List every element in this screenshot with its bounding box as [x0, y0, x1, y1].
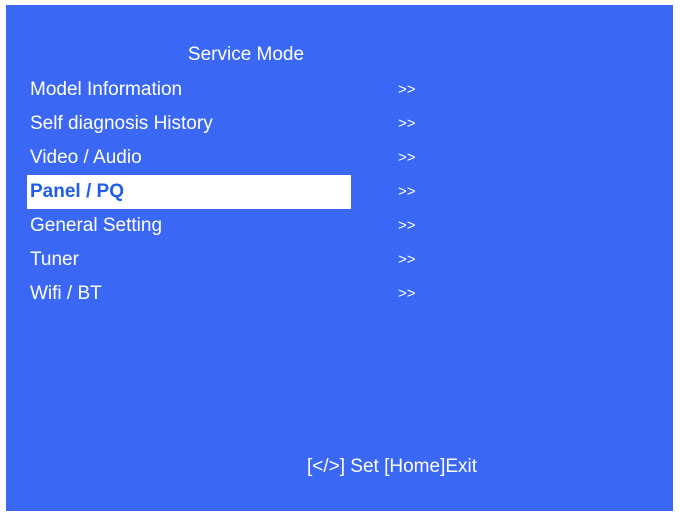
submenu-arrow-icon: >>: [398, 183, 416, 200]
submenu-arrow-icon: >>: [398, 285, 416, 302]
menu-item-label: Self diagnosis History: [30, 113, 213, 134]
menu-item-label: Model Information: [30, 79, 183, 100]
submenu-arrow-icon: >>: [398, 115, 416, 132]
key-hint-footer: [</>] Set [Home]Exit: [307, 456, 478, 477]
menu-item-model-information[interactable]: Model Information >>: [27, 73, 547, 107]
menu-item-label: Video / Audio: [30, 147, 142, 168]
menu-item-video-audio[interactable]: Video / Audio >>: [27, 141, 547, 175]
menu-item-general-setting[interactable]: General Setting >>: [27, 209, 547, 243]
menu-item-wifi-bt[interactable]: Wifi / BT >>: [27, 277, 547, 311]
page-title: Service Mode: [187, 44, 305, 65]
menu-item-tuner[interactable]: Tuner >>: [27, 243, 547, 277]
submenu-arrow-icon: >>: [398, 149, 416, 166]
menu-item-panel-pq[interactable]: Panel / PQ >>: [27, 175, 547, 209]
submenu-arrow-icon: >>: [398, 217, 416, 234]
menu-item-label: Tuner: [30, 249, 79, 270]
menu-item-self-diagnosis-history[interactable]: Self diagnosis History >>: [27, 107, 547, 141]
menu-item-label: Panel / PQ: [27, 175, 351, 209]
menu-item-label: Wifi / BT: [30, 283, 102, 304]
submenu-arrow-icon: >>: [398, 81, 416, 98]
menu-item-label: General Setting: [30, 215, 163, 236]
submenu-arrow-icon: >>: [398, 251, 416, 268]
service-mode-screen: Service Mode Model Information >> Self d…: [6, 5, 673, 511]
